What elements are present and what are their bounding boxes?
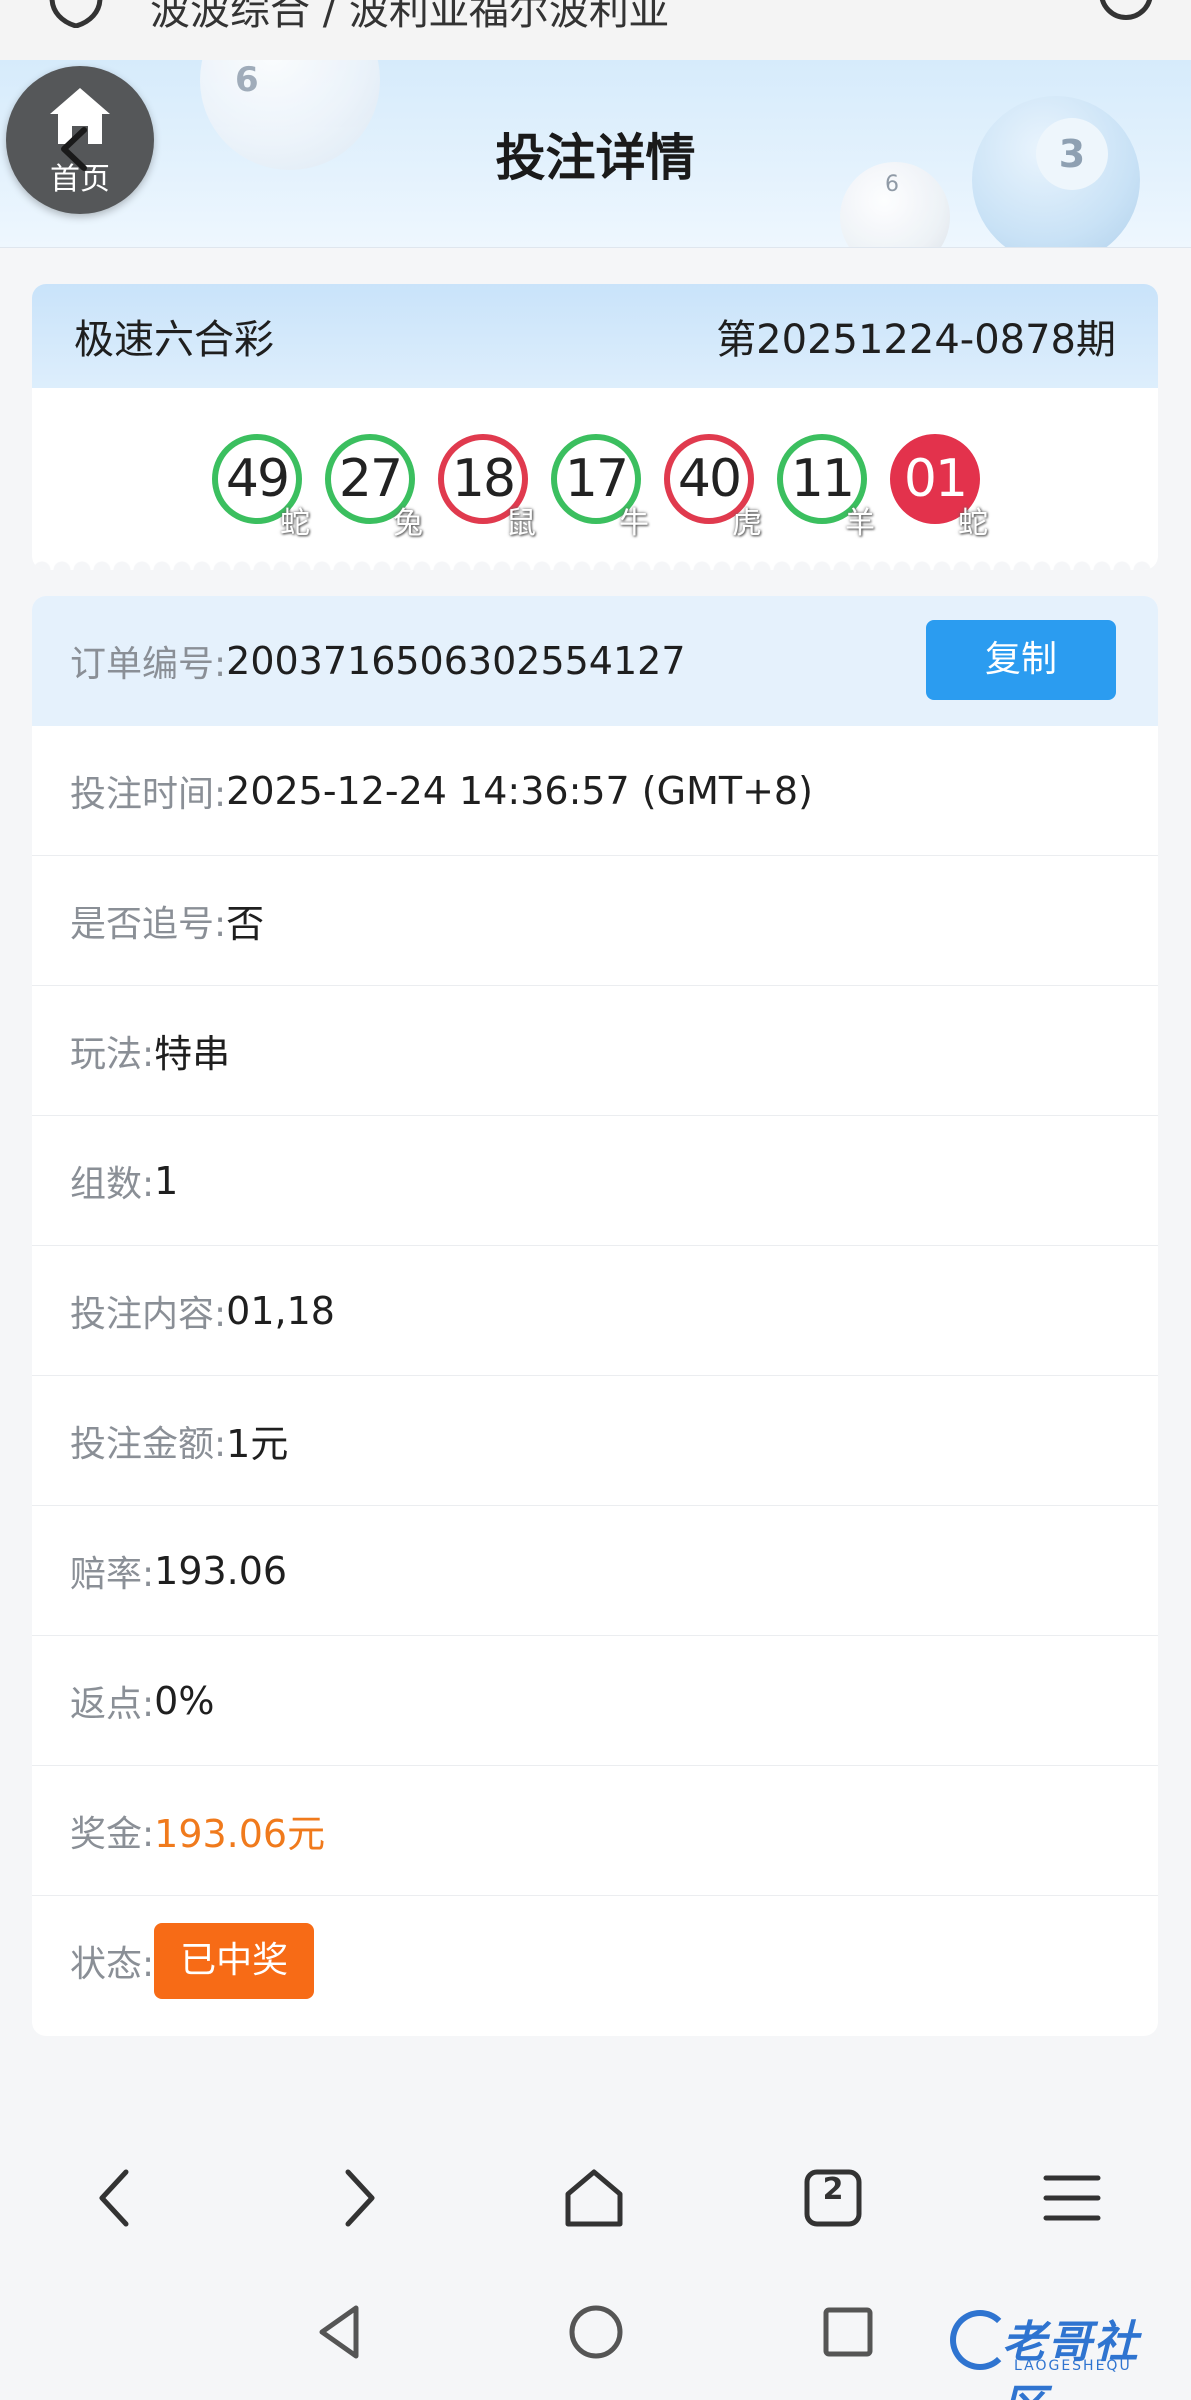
play-type-label: 玩法: [70,1033,155,1075]
back-arrow-icon[interactable] [56,126,90,172]
row-bet-content: 投注内容: 01,18 [32,1246,1158,1376]
dragon-logo-icon [950,2310,1010,2370]
row-groups: 组数: 1 [32,1116,1158,1246]
bet-time-value: 2025-12-24 14:36:57 (GMT+8) [226,768,813,813]
watermark-subtext: LAOGESHEQU [1014,2358,1132,2374]
draw-result-card: 极速六合彩 第20251224-0878期 49 蛇 27 兔 18 鼠 17 … [32,284,1158,570]
chase-label: 是否追号: [70,903,227,945]
forward-icon[interactable] [324,2166,388,2230]
wavy-edge [32,556,1158,570]
page-title: 投注详情 [495,129,696,187]
zodiac-label: 兔 [393,506,423,541]
status-label: 状态: [70,1944,155,1985]
row-prize: 奖金: 193.06元 [32,1766,1158,1896]
odds-value: 193.06 [154,1548,288,1593]
row-status: 状态: 已中奖 [32,1896,1158,2026]
groups-label: 组数: [70,1163,155,1205]
browser-bottom-nav: 2 [0,2132,1191,2262]
zodiac-label: 羊 [845,506,875,541]
row-bet-time: 投注时间: 2025-12-24 14:36:57 (GMT+8) [32,726,1158,856]
game-name: 极速六合彩 [74,317,274,363]
bet-amount-value: 1元 [226,1422,289,1466]
zodiac-label: 蛇 [280,506,310,541]
system-recents-icon[interactable] [818,2302,878,2362]
row-odds: 赔率: 193.06 [32,1506,1158,1636]
shield-icon [49,0,103,28]
row-play-type: 玩法: 特串 [32,986,1158,1116]
rebate-value: 0% [154,1678,215,1723]
bet-time-label: 投注时间: [70,773,227,815]
menu-icon[interactable] [1040,2166,1104,2230]
odds-label: 赔率: [70,1553,155,1595]
row-rebate: 返点: 0% [32,1636,1158,1766]
order-number-value: 2003716506302554127 [226,639,686,683]
system-nav-bar: 老哥社区 LAOGESHEQU [0,2262,1191,2400]
prize-value: 193.06元 [154,1812,326,1856]
draw-result-header: 极速六合彩 第20251224-0878期 [32,284,1158,388]
browser-url-text[interactable]: 波波综合 / 波利亚福尔波利亚 [150,0,669,36]
row-order-number: 订单编号: 2003716506302554127 复制 [32,596,1158,726]
row-chase: 是否追号: 否 [32,856,1158,986]
system-home-icon[interactable] [566,2302,626,2362]
tabs-button[interactable]: 2 [801,2166,865,2230]
zodiac-label: 牛 [619,506,649,541]
watermark-text: 老哥社区 [1002,2317,1140,2400]
zodiac-label: 蛇 [958,506,988,541]
chase-value: 否 [226,902,265,946]
status-badge: 已中奖 [154,1923,315,1999]
prize-label: 奖金: [70,1813,155,1855]
order-number-label: 订单编号: [70,644,227,685]
back-icon[interactable] [86,2166,150,2230]
tab-count: 2 [822,2172,844,2207]
play-type-value: 特串 [154,1032,231,1076]
refresh-icon[interactable] [1099,0,1153,20]
groups-value: 1 [154,1158,179,1203]
bet-amount-label: 投注金额: [70,1423,227,1465]
zodiac-label: 虎 [732,506,762,541]
result-balls: 49 蛇 27 兔 18 鼠 17 牛 40 虎 11 羊 01 蛇 [32,388,1158,570]
bet-content-label: 投注内容: [70,1293,227,1335]
rebate-label: 返点: [70,1683,155,1725]
bet-content-value: 01,18 [226,1288,335,1333]
watermark-logo: 老哥社区 LAOGESHEQU [950,2302,1180,2400]
system-back-icon[interactable] [310,2302,370,2362]
browser-address-bar[interactable]: 波波综合 / 波利亚福尔波利亚 [0,0,1191,60]
copy-button[interactable]: 复制 [926,620,1116,700]
draw-period: 第20251224-0878期 [716,317,1116,363]
home-icon[interactable] [562,2166,626,2230]
row-bet-amount: 投注金额: 1元 [32,1376,1158,1506]
order-detail-card: 订单编号: 2003716506302554127 复制 投注时间: 2025-… [32,596,1158,2036]
zodiac-label: 鼠 [506,506,536,541]
